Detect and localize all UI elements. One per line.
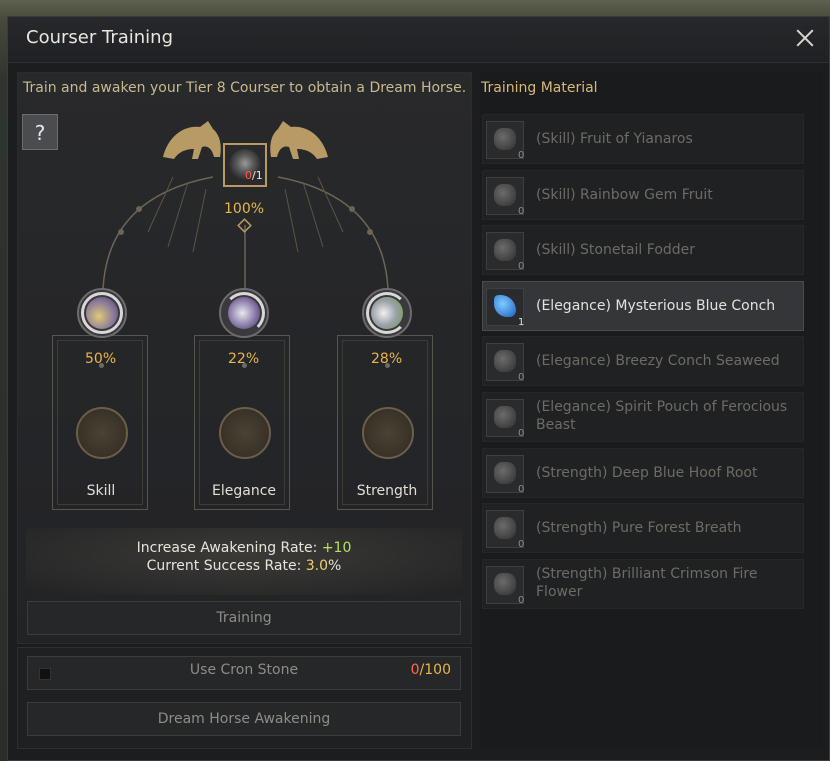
material-item[interactable]: 0 (Skill) Stonetail Fodder	[482, 225, 804, 275]
material-name: (Strength) Brilliant Crimson Fire Flower	[536, 566, 758, 600]
material-item[interactable]: 0 (Skill) Rainbow Gem Fruit	[482, 170, 804, 220]
training-button[interactable]: Training	[27, 601, 461, 635]
skill-material-slot[interactable]	[76, 407, 128, 459]
training-material-title: Training Material	[481, 80, 598, 96]
skill-dot	[99, 363, 104, 368]
material-item[interactable]: 0 (Strength) Pure Forest Breath	[482, 503, 804, 553]
elegance-dot	[242, 363, 247, 368]
cron-stone-label: Use Cron Stone	[189, 662, 299, 678]
close-icon[interactable]	[793, 26, 817, 50]
courser-training-window: Courser Training Train and awaken your T…	[7, 16, 830, 761]
elegance-orb	[219, 288, 269, 338]
awakening-rate-line: Increase Awakening Rate: +10	[136, 540, 352, 556]
cron-stone-count: 0/100	[410, 662, 451, 678]
material-name: (Elegance) Mysterious Blue Conch	[536, 298, 776, 314]
spirit-pouch-icon: 0	[486, 399, 524, 439]
hoof-root-icon: 0	[486, 455, 524, 495]
strength-horse-icon	[371, 297, 403, 329]
skill-orb	[77, 288, 127, 338]
elegance-label: Elegance	[212, 483, 276, 499]
rate-info-box: Increase Awakening Rate: +10 Current Suc…	[26, 528, 462, 595]
skill-label: Skill	[86, 483, 116, 499]
success-rate-line: Current Success Rate: 3.0%	[146, 558, 342, 574]
material-name: (Skill) Fruit of Yianaros	[536, 131, 693, 147]
material-item[interactable]: 0 (Strength) Brilliant Crimson Fire Flowe…	[482, 559, 804, 609]
fruit-icon: 0	[486, 121, 524, 161]
material-name: (Skill) Stonetail Fodder	[536, 242, 696, 258]
strength-orb	[362, 288, 412, 338]
material-item[interactable]: 0 (Elegance) Breezy Conch Seaweed	[482, 336, 804, 386]
blue-conch-icon: 1	[486, 288, 524, 328]
forest-breath-icon: 0	[486, 510, 524, 550]
material-item[interactable]: 0 (Strength) Deep Blue Hoof Root	[482, 448, 804, 498]
fodder-icon: 0	[486, 232, 524, 272]
seaweed-icon: 0	[486, 343, 524, 383]
strength-material-slot[interactable]	[362, 407, 414, 459]
material-item[interactable]: 0 (Skill) Fruit of Yianaros	[482, 114, 804, 164]
strength-label: Strength	[356, 483, 418, 499]
skill-horse-icon	[86, 297, 118, 329]
fire-flower-icon: 0	[486, 566, 524, 606]
material-name: (Strength) Deep Blue Hoof Root	[536, 465, 758, 481]
material-item-selected[interactable]: 1 (Elegance) Mysterious Blue Conch	[482, 281, 804, 331]
material-name: (Strength) Pure Forest Breath	[536, 520, 742, 536]
elegance-horse-icon	[228, 297, 260, 329]
elegance-material-slot[interactable]	[219, 407, 271, 459]
dream-horse-awakening-button[interactable]: Dream Horse Awakening	[27, 702, 461, 736]
material-name: (Elegance) Breezy Conch Seaweed	[536, 353, 780, 369]
center-percent: 100%	[224, 201, 265, 217]
material-name: (Skill) Rainbow Gem Fruit	[536, 187, 713, 203]
center-item-count: 0/1	[245, 169, 263, 182]
gem-fruit-icon: 0	[486, 177, 524, 217]
material-item[interactable]: 0 (Elegance) Spirit Pouch of Ferocious Be…	[482, 392, 804, 442]
strength-dot	[385, 363, 390, 368]
material-name: (Elegance) Spirit Pouch of Ferocious Beas…	[536, 399, 788, 433]
